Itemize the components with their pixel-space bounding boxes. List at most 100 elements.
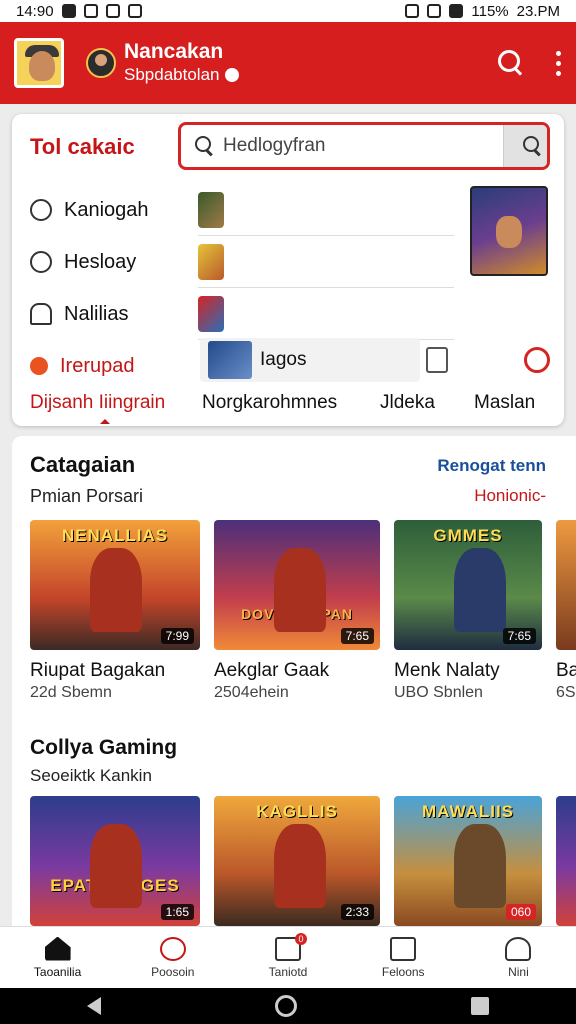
search-button[interactable] (503, 125, 547, 167)
game-title: Riupat Bagakan (30, 660, 166, 681)
section-link-secondary[interactable]: Honionic- (474, 486, 546, 506)
system-home-icon[interactable] (275, 995, 297, 1017)
game-cover: EPATS PUGES 1:65 (30, 796, 200, 926)
search-input[interactable] (215, 135, 503, 157)
thumbnail-list (198, 184, 454, 340)
game-cover (556, 520, 576, 650)
game-card[interactable]: MAWALIIS 060 (394, 796, 542, 926)
nav-label: Feloons (381, 964, 425, 979)
channel-avatar[interactable] (86, 48, 116, 78)
promo-thumbnail[interactable] (470, 186, 548, 276)
app-logo[interactable] (14, 38, 64, 88)
game-meta: 6S (556, 684, 576, 701)
menu-item-irerupad[interactable]: Irerupad (26, 340, 190, 392)
game-card[interactable] (556, 796, 576, 926)
search-box (178, 122, 550, 170)
thumbnail-row[interactable] (198, 288, 454, 340)
menu-item-hesloay[interactable]: Hesloay (30, 236, 190, 288)
notes-icon: 0 (275, 932, 307, 961)
nav-item-search[interactable]: Poosoin (115, 927, 230, 988)
game-card[interactable]: EPATS PUGES 1:65 (30, 796, 200, 926)
menu-item-label: Irerupad (60, 354, 135, 377)
game-card[interactable]: NENALLIAS 7:99 Riupat Bagakan 22d Sbemn (30, 520, 200, 702)
recent-apps-icon[interactable] (471, 997, 489, 1015)
home-icon (44, 936, 71, 961)
tab-jldeka[interactable]: Jldeka (380, 392, 460, 414)
notification-badge: 0 (295, 932, 307, 945)
signal-icon (449, 4, 464, 18)
section-title: Collya Gaming (30, 736, 178, 759)
tools-menu: Kaniogah Hesloay Nalilias Irerupad (26, 184, 190, 392)
mail-icon (127, 4, 142, 18)
menu-item-label: Hesloay (64, 250, 137, 273)
image-icon (83, 4, 98, 18)
cover-title: GMMES (433, 526, 503, 545)
chip-thumbnail (208, 341, 252, 379)
duration-badge: 060 (505, 904, 536, 920)
wifi-icon (427, 4, 442, 18)
bluetooth-icon (405, 4, 420, 18)
app-titles: Nancakan Sbpdabtolan (124, 40, 240, 86)
clipboard-list-icon[interactable] (426, 347, 448, 373)
cover-title: MAWALIIS (421, 802, 515, 821)
thumbnail-row[interactable] (198, 184, 454, 236)
nav-item-home[interactable]: Taoanilia (0, 927, 115, 988)
thumbnail (198, 243, 224, 280)
game-row: EPATS PUGES 1:65 KAGLLIS 2:33 MAWALIIS 0… (30, 796, 576, 926)
cover-character (274, 548, 326, 632)
search-circle-icon (30, 199, 52, 221)
app-subtitle-text: Sbpdabtolan (124, 65, 220, 84)
game-card[interactable]: GMMES 7:65 Menk Nalaty UBO Sbnlen (394, 520, 542, 702)
tab-dijsanh[interactable]: Dijsanh Iiingrain (30, 392, 190, 424)
menu-item-label: Kaniogah (64, 198, 149, 221)
nav-label: Taoanilia (33, 964, 82, 979)
app-subtitle: Sbpdabtolan (124, 64, 240, 86)
tool-chip[interactable]: Iagos (200, 338, 420, 382)
nav-item-notes[interactable]: 0 Taniotd (230, 927, 345, 988)
nav-item-profile[interactable]: Nini (461, 927, 576, 988)
duration-badge: 7:65 (340, 628, 374, 644)
user-icon (505, 936, 532, 961)
more-options-icon[interactable] (556, 50, 562, 76)
bottom-nav: Taoanilia Poosoin 0 Taniotd Feloons Nini (0, 926, 576, 988)
menu-item-label: Nalilias (64, 302, 129, 325)
cover-title: NENALLIAS (61, 526, 169, 545)
tab-norgkarohmnes[interactable]: Norgkarohmnes (190, 392, 380, 414)
game-cover: MAWALIIS 060 (394, 796, 542, 926)
thumbnail-row[interactable] (198, 236, 454, 288)
back-icon[interactable] (87, 997, 101, 1015)
cover-character (454, 548, 506, 632)
clipboard-icon (30, 303, 52, 325)
tools-card: Tol cakaic Kaniogah Hesloay Nalilias Ire… (12, 114, 564, 426)
cover-title: KAGLLIS (256, 802, 338, 821)
game-card[interactable]: DOVE SEAPAN 7:65 Aekglar Gaak 2504ehein (214, 520, 380, 702)
tool-row: Iagos (200, 336, 560, 384)
tab-maslan[interactable]: Maslan (460, 392, 535, 414)
tool-chip-label: Iagos (260, 349, 307, 370)
game-cover: NENALLIAS 7:99 (30, 520, 200, 650)
nav-label: Poosoin (151, 964, 195, 979)
menu-item-nalilias[interactable]: Nalilias (30, 288, 190, 340)
game-meta: 22d Sbemn (30, 684, 112, 701)
content-card: Catagaian Renogat tenn Pmian Porsari Hon… (12, 436, 576, 936)
game-cover: KAGLLIS 2:33 (214, 796, 380, 926)
cover-character (90, 548, 142, 632)
game-title: Aekglar Gaak (214, 660, 330, 681)
duration-badge: 7:65 (502, 628, 536, 644)
game-meta: 2504ehein (214, 684, 289, 701)
nav-item-feloons[interactable]: Feloons (346, 927, 461, 988)
game-card[interactable]: KAGLLIS 2:33 (214, 796, 380, 926)
menu-item-kaniogah[interactable]: Kaniogah (30, 184, 190, 236)
badge-icon[interactable] (524, 347, 550, 373)
notification-icon (61, 4, 76, 18)
cover-character (90, 824, 142, 908)
tool-tabs: Dijsanh Iiingrain Norgkarohmnes Jldeka M… (30, 388, 550, 424)
status-left: 14:90 (16, 3, 142, 20)
search-icon (522, 136, 543, 156)
game-card[interactable]: Ba 6S (556, 520, 576, 702)
search-icon[interactable] (496, 48, 526, 78)
section-subtitle: Pmian Porsari (30, 486, 144, 506)
duration-badge: 7:99 (160, 628, 194, 644)
search-icon (159, 936, 186, 961)
section-link[interactable]: Renogat tenn (437, 456, 546, 476)
